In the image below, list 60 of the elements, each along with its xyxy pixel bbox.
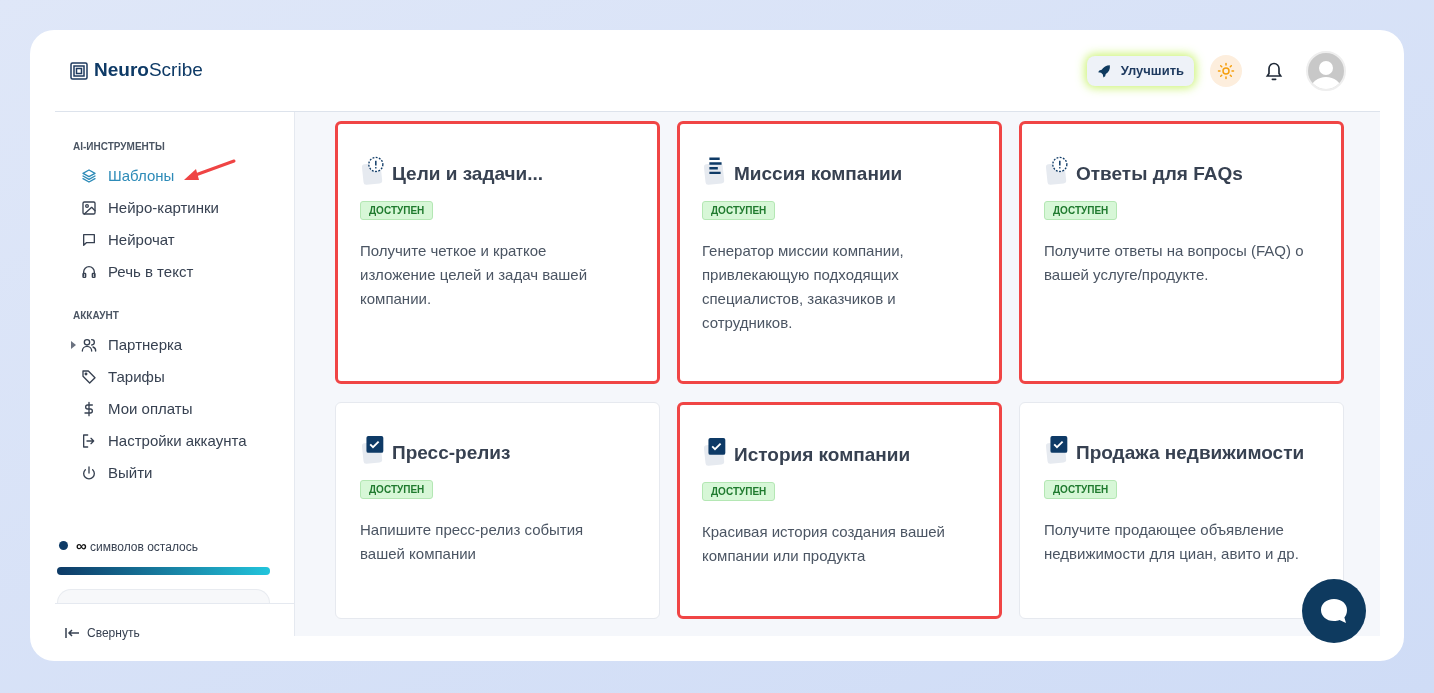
card-description: Генератор миссии компании, привлекающую подходящих специалистов, заказчиков и сотрудников. — [702, 240, 905, 333]
template-card[interactable]: Цели и задачи... ДОСТУПЕН Получите четкое и краткое изложение целей и задач вашей компании. — [335, 121, 660, 384]
power-icon — [81, 465, 97, 481]
checkbox-document-icon — [360, 435, 386, 466]
section-title: АККАУНТ — [73, 309, 120, 323]
logo-icon — [70, 61, 88, 80]
card-description: Получите продающее объявление недвижимости для циан, авито и др. — [1044, 519, 1300, 564]
checkbox-document-icon — [702, 437, 728, 468]
card-title: Продажа недвижимости — [1076, 441, 1305, 465]
collapse-icon — [65, 627, 81, 639]
sidebar-item[interactable]: Мои оплаты — [73, 393, 294, 425]
user-avatar[interactable] — [1306, 50, 1346, 91]
logo-text[interactable]: NeuroScribe — [94, 56, 203, 85]
card-description: Получите ответы на вопросы (FAQ) о вашей услуге/продукте. — [1044, 240, 1305, 285]
sidebar-item[interactable]: Выйти — [73, 457, 294, 489]
sidebar-item[interactable]: Настройки аккаунта — [73, 425, 294, 457]
card-description: Красивая история создания вашей компании или продукта — [702, 521, 946, 566]
card-description: Напишите пресс-релиз события вашей компании — [360, 519, 585, 564]
status-badge: ДОСТУПЕН — [1044, 479, 1118, 499]
sidebar-item[interactable]: Тарифы — [73, 361, 294, 393]
layers-icon — [81, 168, 97, 184]
card-title: Миссия компании — [734, 162, 903, 186]
upgrade-button[interactable]: Улучшить — [1086, 55, 1194, 86]
status-badge: ДОСТУПЕН — [360, 200, 434, 220]
sidebar-item[interactable]: Речь в текст — [73, 256, 294, 288]
rocket-icon — [1096, 63, 1111, 78]
chat-icon — [81, 232, 97, 248]
sidebar-item[interactable]: Партнерка — [73, 329, 294, 361]
chat-bubble-icon — [1319, 597, 1349, 625]
section-title: AI-ИНСТРУМЕНТЫ — [73, 140, 166, 154]
template-card[interactable]: Миссия компании ДОСТУПЕН Генератор миссии компании, привлекающую подходящих специалистов, заказчиков и сотрудников. — [677, 121, 1002, 384]
status-badge: ДОСТУПЕН — [1044, 200, 1118, 220]
image-icon — [81, 200, 97, 216]
tag-icon — [81, 369, 97, 385]
card-title: История компании — [734, 443, 911, 467]
template-card[interactable]: Продажа недвижимости ДОСТУПЕН Получите продающее объявление недвижимости для циан, авито и др. — [1019, 402, 1344, 619]
exit-icon — [81, 433, 97, 449]
card-description: Получите четкое и краткое изложение целей и задач вашей компании. — [360, 240, 589, 309]
card-title: Ответы для FAQs — [1076, 162, 1243, 186]
theme-toggle[interactable] — [1210, 54, 1242, 87]
headphones-icon — [81, 264, 97, 280]
template-card[interactable]: История компании ДОСТУПЕН Красивая история создания вашей компании или продукта — [677, 402, 1002, 619]
sidebar-item[interactable]: Нейрочат — [73, 224, 294, 256]
status-badge: ДОСТУПЕН — [702, 481, 776, 501]
sidebar-item[interactable]: Нейро-картинки — [73, 192, 294, 224]
sun-icon — [1217, 61, 1235, 80]
promo-pill[interactable] — [57, 589, 270, 603]
users-icon — [81, 337, 97, 353]
status-badge: ДОСТУПЕН — [360, 479, 434, 499]
collapse-button[interactable]: Свернуть — [65, 624, 140, 642]
template-card[interactable]: Ответы для FAQs ДОСТУПЕН Получите ответы на вопросы (FAQ) о вашей услуге/продукте. — [1019, 121, 1344, 384]
card-title: Пресс-релиз — [392, 441, 511, 465]
sidebar-item[interactable]: Шаблоны — [73, 160, 294, 192]
alert-document-icon — [360, 156, 386, 187]
card-title: Цели и задачи... — [392, 162, 544, 186]
checkbox-document-icon — [1044, 435, 1070, 466]
status-badge: ДОСТУПЕН — [702, 200, 776, 220]
alert-document-icon — [1044, 156, 1070, 187]
template-card[interactable]: Пресс-релиз ДОСТУПЕН Напишите пресс-релиз события вашей компании — [335, 402, 660, 619]
symbols-left: ∞ символов осталось — [76, 535, 198, 556]
